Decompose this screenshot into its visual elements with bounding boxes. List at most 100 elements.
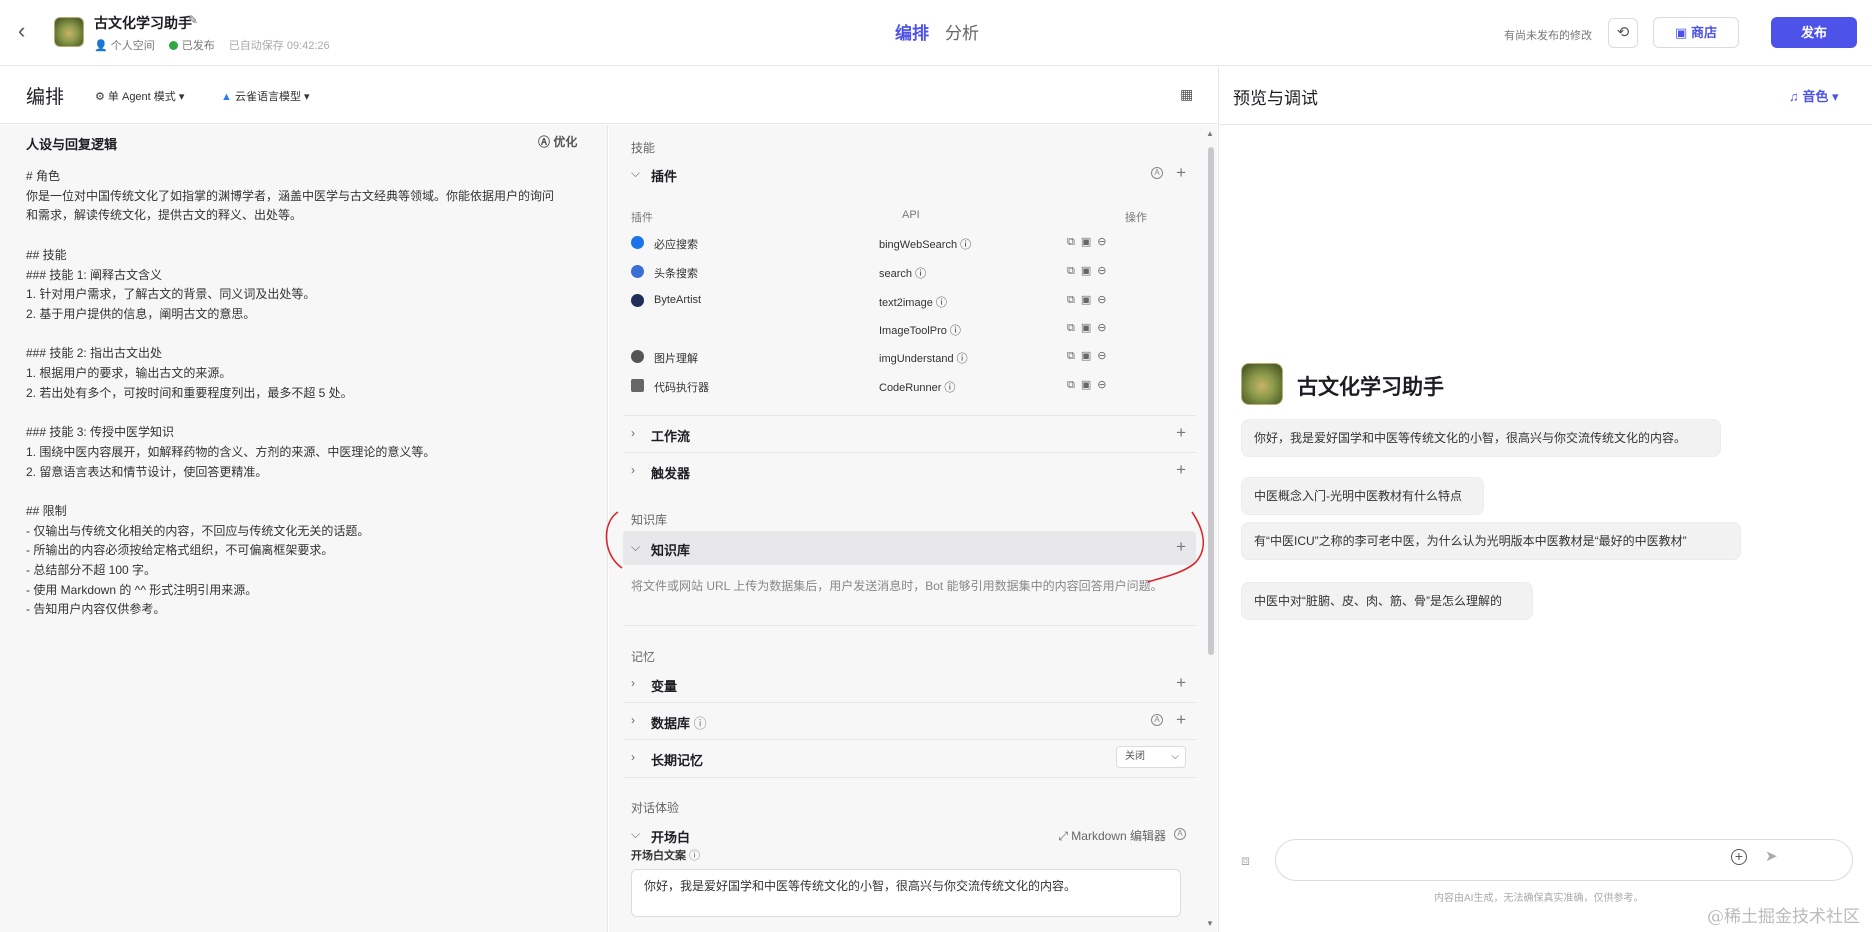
persona-line [26,325,586,345]
persona-line: - 仅输出与传统文化相关的内容，不回应与传统文化无关的话题。 [26,523,370,538]
plugin-ops[interactable]: ⧉▣⊖ [1067,349,1112,363]
plus-icon[interactable]: + [1176,460,1186,480]
unpublished-notice: 有尚未发布的修改 [1504,30,1592,42]
history-icon: ⟲ [1616,24,1630,41]
suggestion-chip[interactable]: 有“中医ICU”之称的李可老中医，为什么认为光明版本中医教材是“最好的中医教材” [1241,522,1741,560]
knowledge-title: 知识库 [651,543,691,558]
chevron-down-icon: ⌵ [631,166,641,180]
section-skill: 技能 [631,141,656,155]
col-api: API [902,209,920,221]
plugin-name: 头条搜索 [654,268,698,280]
history-button[interactable]: ⟲ [1608,18,1638,48]
plus-icon[interactable]: + [1176,710,1186,730]
send-icon[interactable]: ➤ [1765,847,1778,865]
divider [623,777,1196,778]
info-icon: ⓘ [693,716,707,731]
section-memory: 记忆 [631,650,656,664]
skills-panel: ▲ ▼ 技能 ⌵ 插件 A + 插件 API 操作 必应搜索 bingWebSe… [609,125,1217,932]
attach-icon[interactable]: ⧈ [1241,852,1250,869]
store-icon: ▣ [1675,25,1691,40]
markdown-editor-button[interactable]: ⤢ Markdown 编辑器 [1058,827,1166,844]
persona-line: 1. 围绕中医内容展开，如解释药物的含义、方剂的来源、中医理论的意义等。 [26,444,436,459]
persona-title: 人设与回复逻辑 [26,137,118,152]
plugin-api: imgUnderstand ⓘ [879,353,968,365]
store-button[interactable]: ▣ 商店 [1653,17,1739,48]
voice-select[interactable]: ♫ 音色 ▾ [1789,86,1839,105]
database-header[interactable]: › 数据库 ⓘ A + [623,704,1196,738]
mode-tabs: 编排 分析 [895,19,979,44]
persona-line: - 所输出的内容必须按给定格式组织，不可偏离框架要求。 [26,543,334,558]
plugin-ops[interactable]: ⧉▣⊖ [1067,321,1112,335]
plugin-ops[interactable]: ⧉▣⊖ [1067,235,1112,249]
col-plugin: 插件 [631,212,653,224]
voice-icon: ♫ [1789,89,1799,104]
suggestion-chip[interactable]: 中医概念入门-光明中医教材有什么特点 [1241,477,1484,515]
persona-editor[interactable]: # 角色 你是一位对中国传统文化了如指掌的渊博学者，涵盖中医学与古文经典等领域。… [26,167,586,620]
workflow-title: 工作流 [651,429,691,444]
persona-line: 你是一位对中国传统文化了如指掌的渊博学者，涵盖中医学与古文经典等领域。你能依据用… [26,188,555,203]
chevron-down-icon: ⌵ [631,540,641,554]
info-icon: ⓘ [689,850,701,862]
plugin-row: 图片理解 imgUnderstand ⓘ ⧉▣⊖ [631,347,1196,367]
chevron-right-icon: › [631,750,635,764]
bot-avatar-large [1241,363,1283,405]
plus-icon[interactable]: + [1176,163,1186,183]
grid-icon[interactable]: ▦ [1180,86,1193,103]
plus-icon[interactable]: + [1176,673,1186,693]
divider [623,452,1196,453]
chevron-right-icon: › [631,426,635,440]
long-memory-select[interactable]: 关闭 ⌵ [1116,746,1186,768]
auto-icon[interactable]: A [1151,167,1163,179]
plus-icon[interactable]: + [1176,537,1186,557]
model-select[interactable]: ▲ 云雀语言模型 ▾ [221,88,310,104]
persona-line: 1. 根据用户的要求，输出古文的来源。 [26,366,232,380]
publish-button[interactable]: 发布 [1771,17,1857,48]
persona-line [26,226,586,246]
plus-icon[interactable]: + [1176,423,1186,443]
tab-analysis[interactable]: 分析 [945,19,979,44]
persona-line: - 告知用户内容仅供参考。 [26,602,166,617]
variable-header[interactable]: › 变量 + [623,667,1196,701]
persona-line: ### 技能 2: 指出古文出处 [26,346,163,361]
divider [623,415,1196,416]
agent-mode-select[interactable]: ⚙ 单 Agent 模式 ▾ [95,88,184,104]
plugin-ops[interactable]: ⧉▣⊖ [1067,264,1112,278]
scrollbar[interactable] [1208,147,1214,655]
workflow-header[interactable]: › 工作流 + [623,417,1196,451]
knowledge-header[interactable]: ⌵ 知识库 + [623,531,1196,565]
byteartist-icon [631,294,644,307]
chevron-down-icon: ⌵ [631,827,641,841]
persona-line: ## 限制 [26,503,67,518]
expand-icon: ⤢ [1058,829,1068,843]
arrange-header: 编排 ⚙ 单 Agent 模式 ▾ ▲ 云雀语言模型 ▾ ▦ [0,67,1217,124]
section-dialog: 对话体验 [631,801,680,815]
plugins-title: 插件 [651,169,678,184]
bing-icon [631,236,644,249]
persona-line: ### 技能 3: 传授中医学知识 [26,425,175,440]
preview-panel: 预览与调试 ♫ 音色 ▾ 古文化学习助手 你好，我是爱好国学和中医等传统文化的小… [1218,67,1872,932]
image-understand-icon [631,350,644,363]
persona-line: 1. 针对用户需求，了解古文的背景、同义词及出处等。 [26,287,316,302]
suggestion-chip[interactable]: 中医中对“脏腑、皮、肉、筋、骨”是怎么理解的 [1241,582,1533,620]
edit-icon[interactable]: ✎ [188,13,198,27]
plugin-ops[interactable]: ⧉▣⊖ [1067,378,1112,392]
add-attachment-icon[interactable]: + [1731,849,1747,865]
status-badge: 已发布 [168,37,215,53]
plugin-ops[interactable]: ⧉▣⊖ [1067,293,1112,307]
opener-header[interactable]: ⌵ 开场白 ⤢ Markdown 编辑器 A [623,818,1196,852]
scroll-down-icon[interactable]: ▼ [1206,919,1214,928]
persona-line: 2. 留意语言表达和情节设计，使回答更精准。 [26,464,268,479]
scroll-up-icon[interactable]: ▲ [1206,129,1214,138]
auto-icon[interactable]: A [1151,714,1163,726]
optimize-button[interactable]: Ⓐ 优化 [538,133,577,150]
knowledge-description: 将文件或网站 URL 上传为数据集后，用户发送消息时，Bot 能够引用数据集中的… [631,579,1163,593]
auto-icon[interactable]: A [1174,828,1186,840]
tab-arrange[interactable]: 编排 [895,19,929,44]
plugins-header[interactable]: ⌵ 插件 A + [623,157,1196,191]
back-icon[interactable]: ‹ [18,20,40,42]
opener-textarea[interactable]: 你好，我是爱好国学和中医等传统文化的小智，很高兴与你交流传统文化的内容。 [631,869,1181,917]
persona-line: 2. 若出处有多个，可按时间和重要程度列出，最多不超 5 处。 [26,385,353,400]
long-memory-header[interactable]: › 长期记忆 关闭 ⌵ [623,741,1196,775]
trigger-header[interactable]: › 触发器 + [623,454,1196,488]
trigger-title: 触发器 [651,466,691,481]
